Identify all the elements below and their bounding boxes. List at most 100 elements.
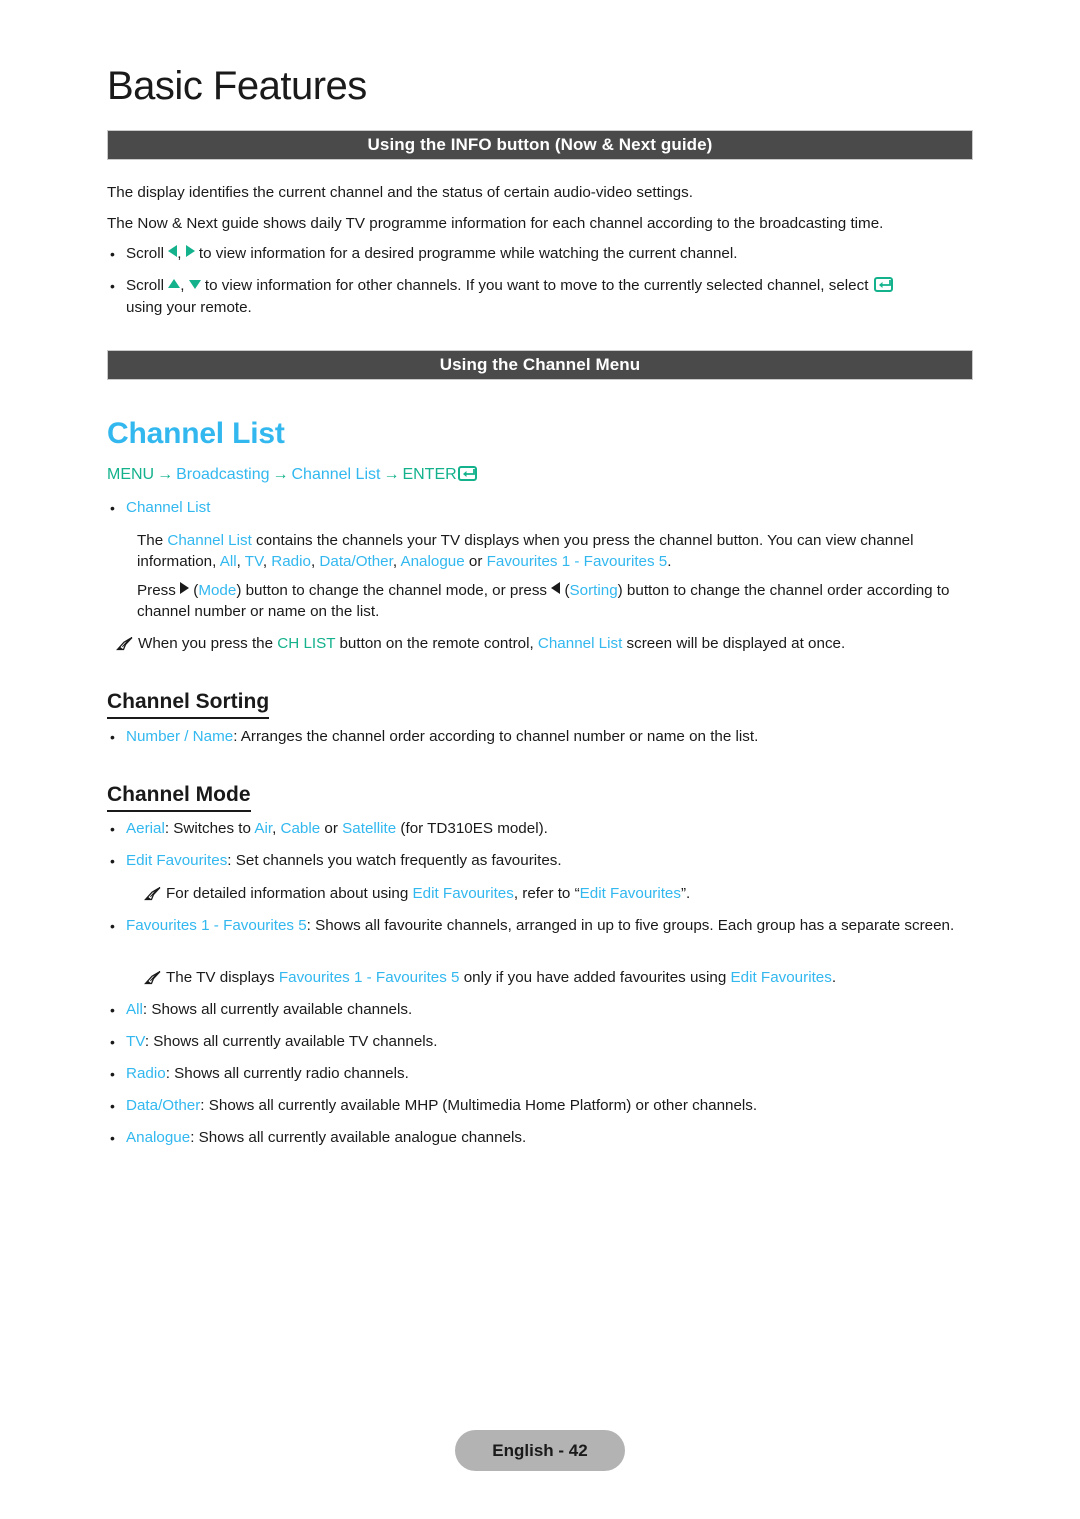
arrow-left-icon (168, 245, 178, 257)
fav-sep: - (209, 917, 224, 934)
breadcrumb-menu: MENU (107, 466, 155, 483)
tv-text: : Shows all currently available TV chann… (144, 1033, 438, 1050)
note-edit-k2: Edit Favourites (579, 885, 681, 902)
breadcrumb: MENU → Broadcasting → Channel List → ENTER (107, 464, 477, 486)
list-item-text: Favourites 1 - Favourites 5: Shows all f… (126, 915, 978, 937)
channel-list-description: The Channel List contains the channels y… (137, 530, 977, 572)
list-item: • TV: Shows all currently available TV c… (110, 1031, 970, 1053)
arrow-right-icon (180, 582, 190, 594)
pencil-icon (140, 969, 166, 989)
list-item: • Favourites 1 - Favourites 5: Shows all… (110, 915, 978, 937)
note: For detailed information about using Edi… (140, 883, 980, 905)
section-header-channel-menu-label: Using the Channel Menu (439, 355, 641, 374)
list-item-text: Number / Name: Arranges the channel orde… (126, 726, 970, 748)
scroll-label-1: Scroll (126, 245, 169, 262)
list-item-text: Aerial: Switches to Air, Cable or Satell… (126, 818, 970, 840)
list-item: • Number / Name: Arranges the channel or… (110, 726, 970, 748)
breadcrumb-arrow-3: → (383, 466, 400, 483)
note-text: The TV displays Favourites 1 - Favourite… (166, 967, 980, 989)
note1-t3: screen will be displayed at once. (622, 635, 846, 652)
desc-k1: Channel List (167, 532, 252, 549)
page-title: Basic Features (107, 64, 367, 108)
list-item: • Data/Other: Shows all currently availa… (110, 1095, 976, 1117)
bullet-marker: • (110, 1130, 115, 1146)
sorting-key: Number / Name (126, 728, 234, 745)
pencil-icon (112, 635, 138, 655)
aerial-air: Air (254, 820, 273, 837)
list-item-text: TV: Shows all currently available TV cha… (126, 1031, 970, 1053)
press-t4: ( (560, 582, 570, 599)
bullet-marker: • (110, 500, 115, 516)
section-header-info-label: Using the INFO button (Now & Next guide) (367, 135, 713, 154)
list-item-text: Channel List (126, 499, 211, 516)
breadcrumb-arrow-2: → (272, 466, 289, 483)
note-fav-t1: The TV displays (166, 969, 279, 986)
aerial-t2: , (272, 820, 281, 837)
heading-channel-mode: Channel Mode (107, 783, 251, 812)
note-fav-k1: Favourites 1 (278, 969, 363, 986)
desc-k7: Favourites 1 - Favourites 5 (486, 553, 668, 570)
heading-channel-list: Channel List (107, 417, 285, 450)
bullet-marker: • (110, 1034, 115, 1050)
info-paragraph-2: The Now & Next guide shows daily TV prog… (107, 215, 884, 232)
radio-text: : Shows all currently radio channels. (165, 1065, 409, 1082)
sorting-text: : Arranges the channel order according t… (233, 728, 759, 745)
desc-k6: Analogue (400, 553, 465, 570)
note-fav-k2: Favourites 5 (375, 969, 460, 986)
press-t1: Press (137, 582, 181, 599)
desc-k3: TV (244, 553, 263, 570)
bullet-marker: • (110, 821, 115, 837)
desc-k5: Data/Other (319, 553, 393, 570)
fav-k2: Favourites 5 (223, 917, 307, 934)
info-paragraph-1: The display identifies the current chann… (107, 184, 693, 201)
list-item: • Channel List (110, 497, 970, 519)
list-item-text: Radio: Shows all currently radio channel… (126, 1063, 970, 1085)
breadcrumb-arrow-1: → (157, 466, 174, 483)
breadcrumb-enter: ENTER (402, 466, 457, 483)
scroll-tail-1: to view information for a desired progra… (194, 245, 738, 262)
analogue-key: Analogue (126, 1129, 191, 1146)
list-item: • Aerial: Switches to Air, Cable or Sate… (110, 818, 970, 840)
note1-chlist: CH LIST (277, 635, 336, 652)
list-item: • Analogue: Shows all currently availabl… (110, 1127, 970, 1149)
list-item: • Edit Favourites: Set channels you watc… (110, 850, 970, 872)
list-item-text: Edit Favourites: Set channels you watch … (126, 850, 970, 872)
data-other-text: : Shows all currently available MHP (Mul… (200, 1097, 758, 1114)
list-item-text: Analogue: Shows all currently available … (126, 1127, 970, 1149)
note: The TV displays Favourites 1 - Favourite… (140, 967, 980, 989)
breadcrumb-broadcasting: Broadcasting (176, 466, 270, 483)
section-header-channel-menu: Using the Channel Menu (107, 350, 973, 380)
bullet-marker: • (110, 278, 115, 294)
all-text: : Shows all currently available channels… (142, 1001, 413, 1018)
section-header-info: Using the INFO button (Now & Next guide) (107, 130, 973, 160)
page-number-badge: English - 42 (455, 1430, 625, 1471)
breadcrumb-channel-list: Channel List (291, 466, 381, 483)
separator-2: , (180, 277, 189, 294)
separator-1: , (177, 245, 186, 262)
list-item: • Radio: Shows all currently radio chann… (110, 1063, 970, 1085)
heading-channel-sorting: Channel Sorting (107, 690, 270, 719)
press-mode: Mode (198, 582, 237, 599)
note-text: When you press the CH LIST button on the… (138, 633, 980, 655)
note-fav-sep: - (362, 969, 376, 986)
list-item: • Scroll , to view information for other… (110, 275, 982, 319)
note1-t1: When you press the (138, 635, 278, 652)
note-fav-k3: Edit Favourites (730, 969, 832, 986)
edit-fav-key: Edit Favourites (126, 852, 228, 869)
aerial-t4: (for TD310ES model). (396, 820, 548, 837)
note-fav-t2: only if you have added favourites using (459, 969, 731, 986)
fav-k1: Favourites 1 (126, 917, 210, 934)
desc-t3: , (236, 553, 245, 570)
all-key: All (126, 1001, 143, 1018)
enter-key-icon (873, 277, 893, 292)
bullet-marker: • (110, 853, 115, 869)
note-text: For detailed information about using Edi… (166, 883, 980, 905)
arrow-left-icon (551, 582, 561, 594)
pencil-icon (140, 885, 166, 905)
aerial-cable: Cable (280, 820, 321, 837)
bullet-marker: • (110, 246, 115, 262)
note-edit-t1: For detailed information about using (166, 885, 413, 902)
press-sorting: Sorting (569, 582, 618, 599)
data-other-key: Data/Other (126, 1097, 201, 1114)
aerial-key: Aerial (126, 820, 165, 837)
